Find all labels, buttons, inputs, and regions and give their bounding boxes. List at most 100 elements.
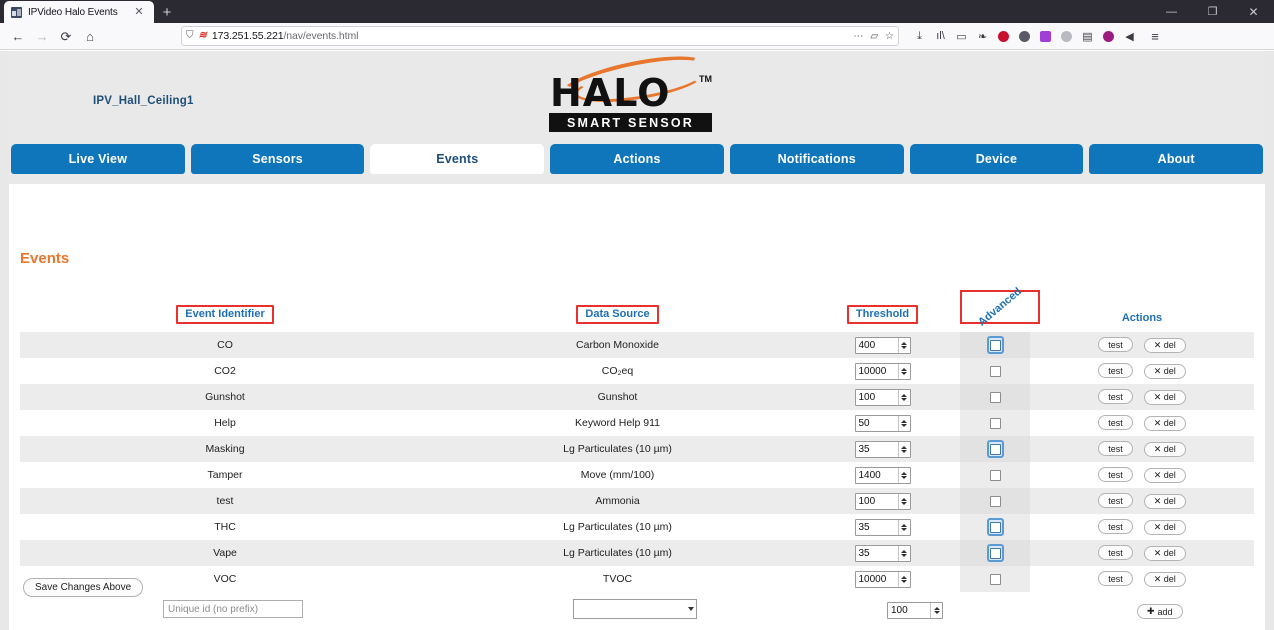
test-button[interactable]: test: [1098, 337, 1133, 352]
table-row: Gunshot Gunshot 100: [20, 384, 1254, 410]
maximize-icon[interactable]: ❐: [1192, 0, 1233, 23]
address-bar[interactable]: ⛉ ≋ 173.251.55.221/nav/events.html ⋯ ▱ ☆: [181, 26, 899, 46]
spinner-icon[interactable]: [898, 494, 910, 509]
advanced-checkbox[interactable]: [988, 519, 1003, 535]
forward-icon: →: [31, 25, 53, 47]
delete-button[interactable]: ✕ del: [1144, 572, 1186, 587]
advanced-checkbox[interactable]: [988, 337, 1003, 353]
close-icon[interactable]: ✕: [132, 5, 146, 19]
tab-notifications[interactable]: Notifications: [730, 144, 904, 174]
delete-button[interactable]: ✕ del: [1144, 494, 1186, 509]
new-tab-button[interactable]: +: [154, 1, 180, 23]
threshold-input[interactable]: 35: [855, 441, 911, 458]
save-changes-button[interactable]: Save Changes Above: [23, 578, 143, 597]
threshold-input[interactable]: 35: [855, 519, 911, 536]
tab-sensors[interactable]: Sensors: [191, 144, 365, 174]
spinner-icon[interactable]: [898, 468, 910, 483]
threshold-input[interactable]: 100: [855, 389, 911, 406]
delete-button[interactable]: ✕ del: [1144, 390, 1186, 405]
back-icon[interactable]: ←: [7, 25, 29, 47]
shield-addon-icon[interactable]: [993, 25, 1014, 47]
window-close-icon[interactable]: ✕: [1233, 0, 1274, 23]
cell-threshold: 35: [805, 514, 960, 540]
spinner-icon[interactable]: [898, 520, 910, 535]
threshold-input[interactable]: 400: [855, 337, 911, 354]
delete-button[interactable]: ✕ del: [1144, 468, 1186, 483]
threshold-value: 35: [859, 444, 898, 455]
tab-about[interactable]: About: [1089, 144, 1263, 174]
hamburger-menu-icon[interactable]: ≡: [1144, 25, 1166, 47]
table-header-row: Event Identifier Data Source Threshold A…: [20, 290, 1254, 332]
extension-gray-icon[interactable]: [1056, 25, 1077, 47]
spinner-icon[interactable]: [898, 390, 910, 405]
cell-advanced: [960, 436, 1030, 462]
downloads-icon[interactable]: ⤓: [909, 25, 930, 47]
extension-purple-icon[interactable]: [1035, 25, 1056, 47]
new-event-source-select[interactable]: [573, 599, 697, 619]
sidebar-icon[interactable]: ▭: [951, 25, 972, 47]
test-button[interactable]: test: [1098, 467, 1133, 482]
extension-magenta-icon[interactable]: [1098, 25, 1119, 47]
test-button[interactable]: test: [1098, 415, 1133, 430]
advanced-checkbox[interactable]: [988, 467, 1003, 483]
advanced-checkbox[interactable]: [988, 415, 1003, 431]
test-button[interactable]: test: [1098, 389, 1133, 404]
threshold-input[interactable]: 10000: [855, 363, 911, 380]
test-button[interactable]: test: [1098, 441, 1133, 456]
home-icon[interactable]: ⌂: [79, 25, 101, 47]
browser-tab[interactable]: IPVideo Halo Events ✕: [4, 1, 154, 23]
spinner-icon[interactable]: [898, 416, 910, 431]
tab-device[interactable]: Device: [910, 144, 1084, 174]
delete-button[interactable]: ✕ del: [1144, 364, 1186, 379]
advanced-checkbox[interactable]: [988, 389, 1003, 405]
delete-button[interactable]: ✕ del: [1144, 338, 1186, 353]
spinner-icon[interactable]: [930, 603, 942, 618]
tab-live-view[interactable]: Live View: [11, 144, 185, 174]
bookmark-star-icon[interactable]: ☆: [885, 31, 894, 42]
test-button[interactable]: test: [1098, 363, 1133, 378]
spinner-icon[interactable]: [898, 546, 910, 561]
cell-advanced: [960, 384, 1030, 410]
advanced-checkbox[interactable]: [988, 441, 1003, 457]
test-button[interactable]: test: [1098, 545, 1133, 560]
more-icon[interactable]: ⋯: [853, 31, 863, 42]
threshold-input[interactable]: 100: [855, 493, 911, 510]
spinner-icon[interactable]: [898, 364, 910, 379]
test-button[interactable]: test: [1098, 493, 1133, 508]
tab-events[interactable]: Events: [370, 144, 544, 174]
delete-button[interactable]: ✕ del: [1144, 416, 1186, 431]
reload-icon[interactable]: ⟳: [55, 25, 77, 47]
tab-actions[interactable]: Actions: [550, 144, 724, 174]
halo-tagline: SMART SENSOR: [549, 113, 712, 132]
overflow-play-icon[interactable]: ◀: [1119, 25, 1140, 47]
new-event-id-input[interactable]: Unique id (no prefix): [163, 600, 303, 618]
advanced-checkbox[interactable]: [988, 571, 1003, 587]
minimize-icon[interactable]: —: [1151, 0, 1192, 23]
spinner-icon[interactable]: [898, 338, 910, 353]
spinner-icon[interactable]: [898, 572, 910, 587]
threshold-input[interactable]: 50: [855, 415, 911, 432]
threshold-input[interactable]: 10000: [855, 571, 911, 588]
test-button[interactable]: test: [1098, 519, 1133, 534]
threshold-input[interactable]: 1400: [855, 467, 911, 484]
threshold-input[interactable]: 35: [855, 545, 911, 562]
cell-event-identifier: Vape: [20, 540, 430, 566]
delete-button[interactable]: ✕ del: [1144, 520, 1186, 535]
column-header-advanced: Advanced: [960, 290, 1030, 332]
library-icon[interactable]: ıl\: [930, 25, 951, 47]
threshold-input[interactable]: 100: [887, 602, 943, 619]
delete-button[interactable]: ✕ del: [1144, 442, 1186, 457]
pocket-icon[interactable]: ❧: [972, 25, 993, 47]
save-page-icon[interactable]: ▤: [1077, 25, 1098, 47]
reader-view-icon[interactable]: ▱: [870, 31, 878, 42]
advanced-checkbox[interactable]: [988, 363, 1003, 379]
column-header-threshold: Threshold: [805, 290, 960, 332]
advanced-checkbox[interactable]: [988, 493, 1003, 509]
test-button[interactable]: test: [1098, 571, 1133, 586]
delete-button[interactable]: ✕ del: [1144, 546, 1186, 561]
cell-advanced: [960, 540, 1030, 566]
account-icon[interactable]: [1014, 25, 1035, 47]
advanced-checkbox[interactable]: [988, 545, 1003, 561]
spinner-icon[interactable]: [898, 442, 910, 457]
add-event-button[interactable]: ✚add: [1137, 604, 1183, 619]
